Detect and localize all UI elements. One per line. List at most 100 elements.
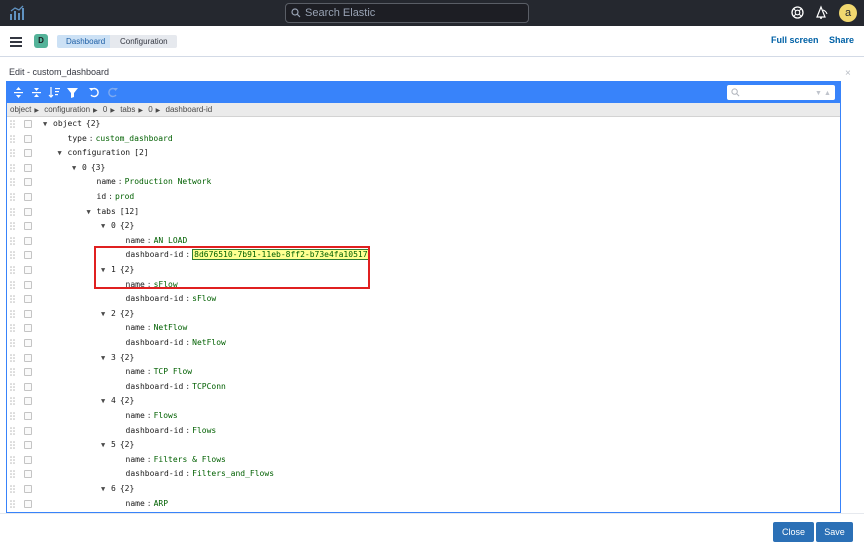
field-value[interactable]: custom_dashboard bbox=[96, 134, 173, 143]
row-checkbox[interactable] bbox=[24, 266, 32, 274]
redo-icon[interactable] bbox=[106, 86, 119, 99]
path-segment[interactable]: tabs bbox=[120, 105, 135, 114]
path-segment[interactable]: object bbox=[10, 105, 31, 114]
expand-toggle-icon[interactable]: ▼ bbox=[43, 117, 53, 131]
field-value[interactable]: ARP bbox=[154, 499, 168, 508]
tree-row[interactable]: dashboard-id: sFlow bbox=[7, 292, 840, 306]
editor-search-input[interactable]: ▼ ▲ bbox=[727, 85, 835, 100]
field-key[interactable]: dashboard-id bbox=[126, 469, 184, 478]
expand-toggle-icon[interactable]: ▼ bbox=[101, 219, 111, 233]
tree-row[interactable]: ▼ 5 {2} bbox=[7, 438, 840, 452]
drag-handle-icon[interactable] bbox=[10, 368, 16, 376]
field-key[interactable]: 0 bbox=[111, 221, 116, 230]
drag-handle-icon[interactable] bbox=[10, 222, 16, 230]
row-checkbox[interactable] bbox=[24, 382, 32, 391]
field-key[interactable]: 6 bbox=[111, 484, 116, 493]
drag-handle-icon[interactable] bbox=[10, 120, 16, 128]
global-search-input[interactable]: Search Elastic bbox=[285, 3, 529, 23]
field-key[interactable]: dashboard-id bbox=[126, 338, 184, 347]
field-value[interactable]: Filters & Flows bbox=[154, 455, 226, 464]
field-key[interactable]: 2 bbox=[111, 309, 116, 318]
expand-toggle-icon[interactable]: ▼ bbox=[87, 205, 97, 219]
menu-icon[interactable] bbox=[10, 37, 22, 47]
drag-handle-icon[interactable] bbox=[10, 324, 16, 333]
drag-handle-icon[interactable] bbox=[10, 455, 16, 464]
tree-row[interactable]: id: prod bbox=[7, 190, 840, 204]
row-checkbox[interactable] bbox=[24, 412, 32, 420]
row-checkbox[interactable] bbox=[24, 280, 32, 289]
tree-row[interactable]: ▼ 6 {2} bbox=[7, 482, 840, 496]
tree-row[interactable]: ▼ 3 {2} bbox=[7, 351, 840, 365]
field-key[interactable]: name bbox=[126, 323, 145, 332]
tree-row[interactable]: ▼ 0 {2} bbox=[7, 219, 840, 233]
undo-icon[interactable] bbox=[88, 86, 101, 99]
drag-handle-icon[interactable] bbox=[10, 280, 16, 289]
path-segment[interactable]: dashboard-id bbox=[166, 105, 213, 114]
field-key[interactable]: name bbox=[126, 411, 145, 420]
field-key[interactable]: 4 bbox=[111, 396, 116, 405]
field-value[interactable]: Flows bbox=[192, 426, 216, 435]
user-avatar[interactable]: a bbox=[839, 4, 857, 22]
row-checkbox[interactable] bbox=[24, 426, 32, 435]
close-icon[interactable]: × bbox=[845, 68, 851, 79]
row-checkbox[interactable] bbox=[24, 251, 32, 260]
row-checkbox[interactable] bbox=[24, 134, 32, 143]
field-key[interactable]: name bbox=[126, 499, 145, 508]
close-button[interactable]: Close bbox=[773, 522, 814, 542]
row-checkbox[interactable] bbox=[24, 324, 32, 333]
field-key[interactable]: 0 bbox=[82, 163, 87, 172]
filter-icon[interactable] bbox=[66, 86, 79, 99]
row-checkbox[interactable] bbox=[24, 485, 32, 493]
expand-toggle-icon[interactable]: ▼ bbox=[101, 482, 111, 496]
drag-handle-icon[interactable] bbox=[10, 178, 16, 187]
field-key[interactable]: 3 bbox=[111, 353, 116, 362]
drag-handle-icon[interactable] bbox=[10, 193, 16, 201]
tree-row[interactable]: name: NetFlow bbox=[7, 321, 840, 335]
row-checkbox[interactable] bbox=[24, 163, 32, 172]
row-checkbox[interactable] bbox=[24, 236, 32, 245]
field-key[interactable]: name bbox=[97, 177, 116, 186]
expand-toggle-icon[interactable]: ▼ bbox=[101, 438, 111, 452]
drag-handle-icon[interactable] bbox=[10, 236, 16, 245]
row-checkbox[interactable] bbox=[24, 499, 32, 508]
expand-toggle-icon[interactable]: ▼ bbox=[101, 307, 111, 321]
field-key[interactable]: id bbox=[97, 192, 107, 201]
field-key[interactable]: dashboard-id bbox=[126, 426, 184, 435]
field-key[interactable]: tabs bbox=[97, 207, 116, 216]
field-key[interactable]: dashboard-id bbox=[126, 382, 184, 391]
row-checkbox[interactable] bbox=[24, 441, 32, 450]
row-checkbox[interactable] bbox=[24, 397, 32, 406]
drag-handle-icon[interactable] bbox=[10, 134, 16, 143]
drag-handle-icon[interactable] bbox=[10, 441, 16, 449]
newsfeed-icon[interactable] bbox=[814, 5, 829, 20]
save-button[interactable]: Save bbox=[816, 522, 853, 542]
row-checkbox[interactable] bbox=[24, 455, 32, 464]
field-key[interactable]: name bbox=[126, 455, 145, 464]
tree-row[interactable]: ▼ tabs [12] bbox=[7, 205, 840, 219]
row-checkbox[interactable] bbox=[24, 222, 32, 231]
field-key[interactable]: name bbox=[126, 236, 145, 245]
breadcrumb-dashboard[interactable]: Dashboard bbox=[57, 35, 115, 48]
tree-row[interactable]: ▼ 2 {2} bbox=[7, 307, 840, 321]
field-value[interactable]: Flows bbox=[154, 411, 178, 420]
sort-icon[interactable] bbox=[48, 86, 61, 99]
row-checkbox[interactable] bbox=[24, 207, 32, 216]
help-icon[interactable] bbox=[790, 5, 805, 20]
drag-handle-icon[interactable] bbox=[10, 149, 16, 157]
tree-row[interactable]: dashboard-id: NetFlow bbox=[7, 336, 840, 350]
expand-toggle-icon[interactable]: ▼ bbox=[101, 351, 111, 365]
tree-row[interactable]: ▼ 0 {3} bbox=[7, 161, 840, 175]
field-value[interactable]: AN LOAD bbox=[154, 236, 188, 245]
field-key[interactable]: 5 bbox=[111, 440, 116, 449]
path-segment[interactable]: configuration bbox=[44, 105, 90, 114]
field-key[interactable]: configuration bbox=[68, 148, 131, 157]
drag-handle-icon[interactable] bbox=[10, 397, 16, 406]
tree-row[interactable]: ▼ configuration [2] bbox=[7, 146, 840, 160]
field-value[interactable]: NetFlow bbox=[192, 338, 226, 347]
elastic-logo-icon[interactable] bbox=[9, 5, 25, 21]
expand-toggle-icon[interactable]: ▼ bbox=[72, 161, 82, 175]
drag-handle-icon[interactable] bbox=[10, 295, 16, 303]
space-avatar[interactable]: D bbox=[34, 34, 48, 48]
drag-handle-icon[interactable] bbox=[10, 382, 16, 391]
tree-row[interactable]: name: TCP Flow bbox=[7, 365, 840, 379]
